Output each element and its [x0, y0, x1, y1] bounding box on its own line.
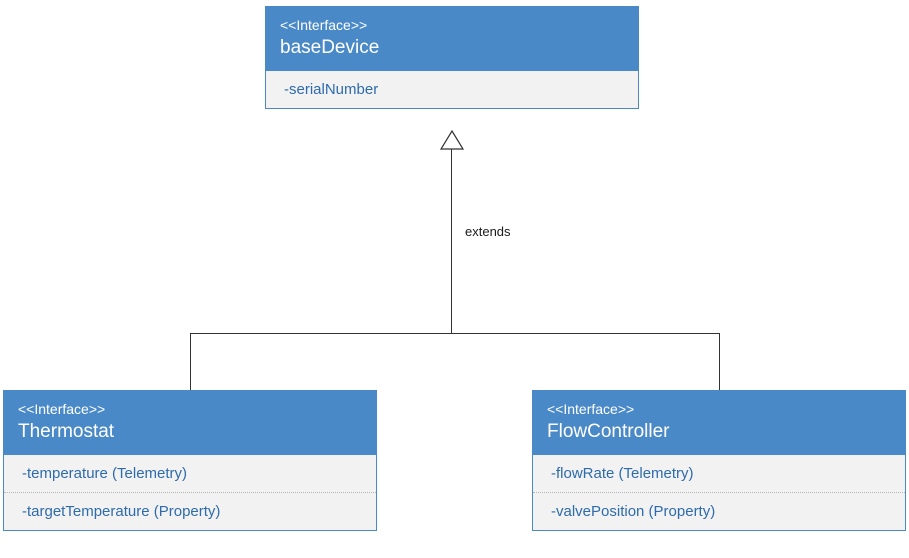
stereotype-label: <<Interface>> — [280, 17, 624, 33]
class-header: <<Interface>> FlowController — [533, 391, 905, 455]
attribute-row: -flowRate (Telemetry) — [533, 455, 905, 493]
connector-vertical-left — [190, 333, 191, 390]
class-body: -flowRate (Telemetry) -valvePosition (Pr… — [533, 455, 905, 530]
connector-vertical-right — [719, 333, 720, 390]
attribute-row: -targetTemperature (Property) — [4, 493, 376, 530]
class-box-basedevice: <<Interface>> baseDevice -serialNumber — [265, 6, 639, 109]
connector-horizontal — [190, 333, 720, 334]
attribute-row: -valvePosition (Property) — [533, 493, 905, 530]
class-box-flowcontroller: <<Interface>> FlowController -flowRate (… — [532, 390, 906, 531]
stereotype-label: <<Interface>> — [547, 401, 891, 417]
class-header: <<Interface>> Thermostat — [4, 391, 376, 455]
class-body: -temperature (Telemetry) -targetTemperat… — [4, 455, 376, 530]
connector-vertical-main — [451, 148, 452, 334]
class-box-thermostat: <<Interface>> Thermostat -temperature (T… — [3, 390, 377, 531]
stereotype-label: <<Interface>> — [18, 401, 362, 417]
class-name: Thermostat — [18, 421, 362, 443]
class-name: baseDevice — [280, 37, 624, 59]
class-body: -serialNumber — [266, 71, 638, 108]
class-header: <<Interface>> baseDevice — [266, 7, 638, 71]
attribute-row: -serialNumber — [266, 71, 638, 108]
attribute-row: -temperature (Telemetry) — [4, 455, 376, 493]
class-name: FlowController — [547, 421, 891, 443]
generalization-arrowhead-icon — [440, 130, 464, 150]
relationship-label: extends — [465, 224, 511, 239]
